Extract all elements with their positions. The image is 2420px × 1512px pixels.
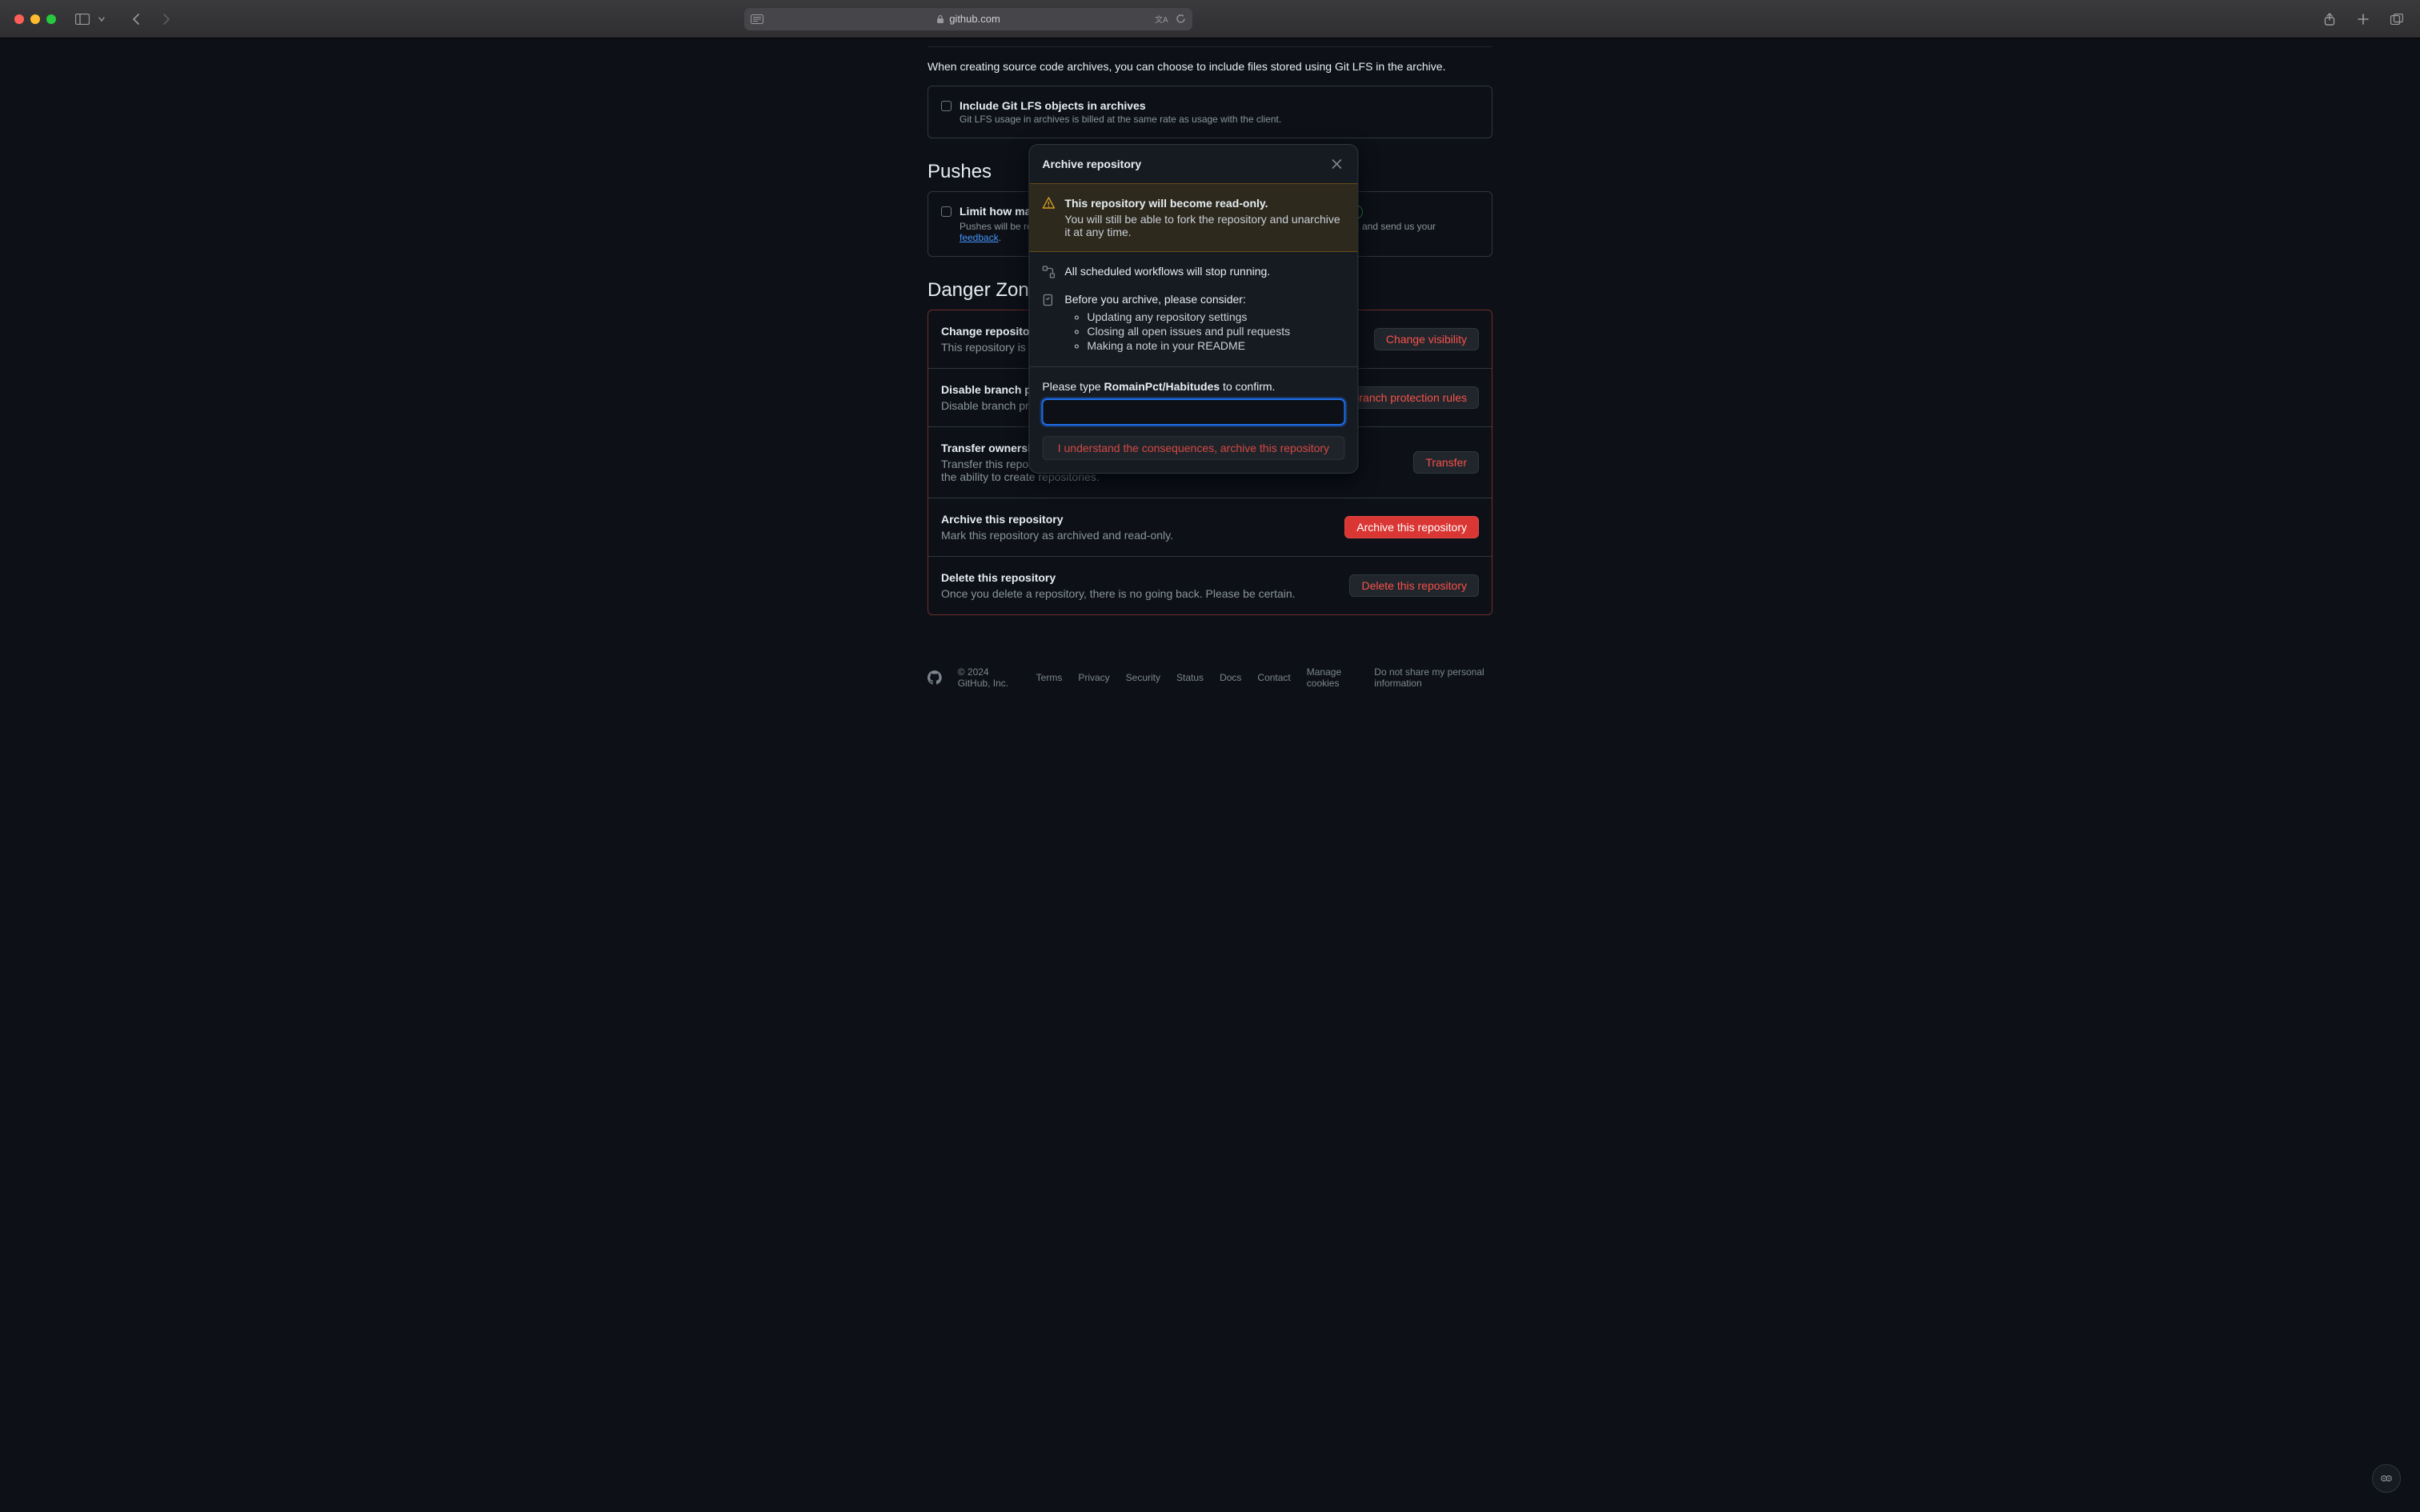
share-button[interactable] [2321, 10, 2338, 28]
copilot-icon [2379, 1471, 2394, 1486]
reader-icon[interactable] [751, 14, 763, 24]
close-window-button[interactable] [14, 14, 24, 24]
archive-confirm-dialog: Archive repository This repository will … [1028, 144, 1358, 474]
address-bar[interactable]: github.com 文A [744, 8, 1192, 30]
fullscreen-window-button[interactable] [46, 14, 56, 24]
dialog-title: Archive repository [1042, 158, 1141, 170]
consider-lead: Before you archive, please consider: [1064, 293, 1290, 306]
translate-icon[interactable]: 文A [1155, 14, 1169, 25]
browser-toolbar: github.com 文A [0, 0, 2420, 38]
warning-title: This repository will become read-only. [1064, 197, 1344, 210]
consider-item: Making a note in your README [1087, 339, 1290, 352]
confirm-input[interactable] [1042, 399, 1344, 425]
new-tab-button[interactable] [2354, 10, 2372, 28]
back-button[interactable] [128, 10, 146, 28]
checklist-icon [1042, 294, 1055, 306]
minimize-window-button[interactable] [30, 14, 40, 24]
warning-subtitle: You will still be able to fork the repos… [1064, 213, 1344, 238]
close-icon [1331, 158, 1342, 170]
modal-backdrop: Archive repository This repository will … [0, 38, 2420, 1512]
forward-button[interactable] [157, 10, 174, 28]
confirm-repo-name: RomainPct/Habitudes [1104, 380, 1220, 393]
url-host: github.com [949, 13, 1000, 25]
consider-list: Updating any repository settings Closing… [1087, 310, 1290, 352]
alert-triangle-icon [1042, 197, 1055, 210]
workflows-note: All scheduled workflows will stop runnin… [1064, 265, 1270, 278]
lock-icon [936, 14, 944, 24]
confirm-archive-button[interactable]: I understand the consequences, archive t… [1042, 436, 1344, 460]
window-controls [14, 14, 56, 24]
svg-text:文A: 文A [1155, 14, 1168, 25]
workflow-icon [1042, 266, 1055, 278]
consider-item: Updating any repository settings [1087, 310, 1290, 323]
sidebar-toggle-button[interactable] [74, 10, 91, 28]
tab-overview-button[interactable] [2388, 10, 2406, 28]
close-dialog-button[interactable] [1328, 156, 1344, 172]
assistant-floating-button[interactable] [2372, 1464, 2401, 1493]
tab-groups-chevron-icon[interactable] [93, 10, 110, 28]
reload-button[interactable] [1176, 14, 1186, 25]
confirm-label: Please type RomainPct/Habitudes to confi… [1042, 380, 1344, 393]
consider-item: Closing all open issues and pull request… [1087, 325, 1290, 338]
warning-banner: This repository will become read-only. Y… [1029, 183, 1357, 252]
